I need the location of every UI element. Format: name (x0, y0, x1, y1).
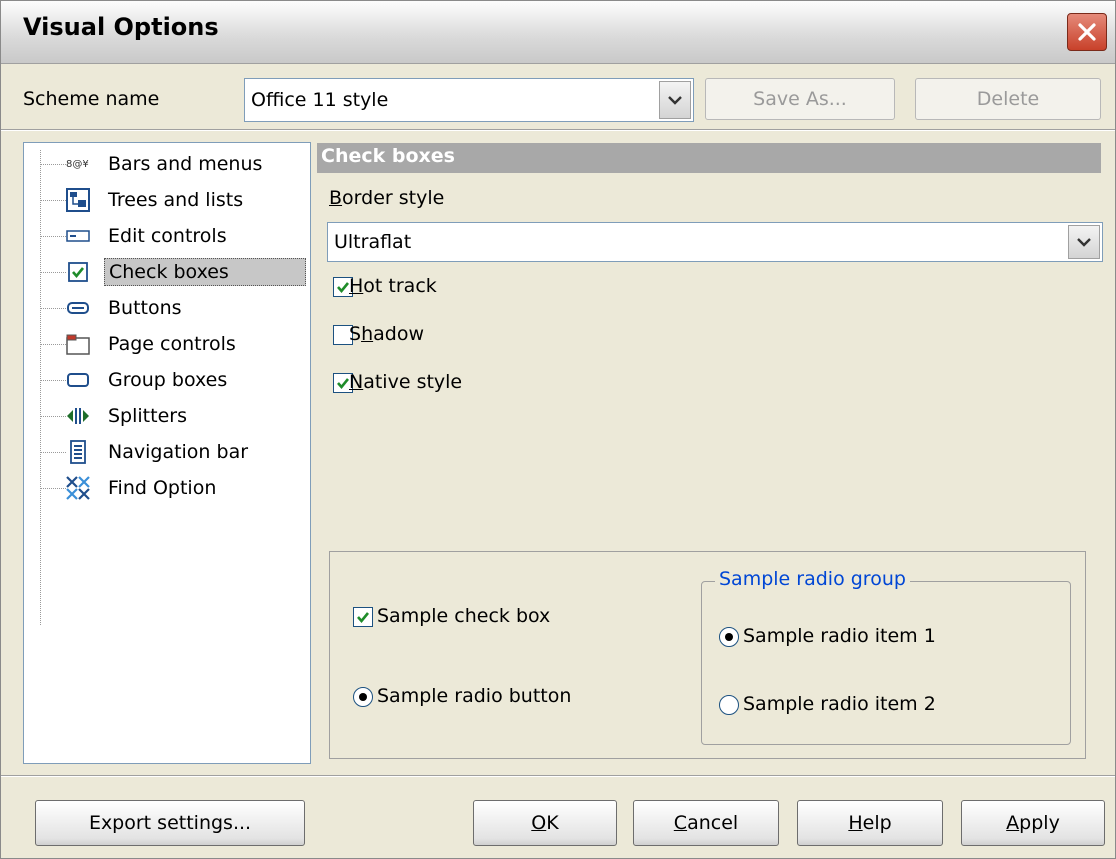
sample-radio-group (701, 581, 1071, 745)
sample-radio-button[interactable] (353, 687, 373, 707)
page-control-icon (66, 334, 90, 355)
top-separator (1, 129, 1115, 131)
scheme-name-value: Office 11 style (251, 89, 389, 111)
close-icon (1078, 23, 1096, 41)
close-button[interactable] (1067, 13, 1107, 51)
hot-track-label: Hot track (349, 275, 437, 297)
panel-header-title: Check boxes (321, 145, 455, 167)
delete-button[interactable]: Delete (915, 78, 1101, 120)
navigation-bar-icon (70, 440, 86, 464)
tree-connector (40, 150, 41, 625)
border-style-dropdown-button[interactable] (1068, 225, 1100, 259)
find-option-icon (66, 476, 90, 500)
checkbox-icon (68, 262, 88, 282)
border-style-combo[interactable]: Ultraflat (327, 222, 1103, 262)
export-settings-button[interactable]: Export settings... (35, 800, 305, 846)
scheme-dropdown-button[interactable] (659, 81, 691, 119)
native-style-label: Native style (349, 371, 463, 393)
window-title: Visual Options (23, 13, 219, 41)
help-button[interactable]: Help (797, 800, 943, 846)
cancel-button[interactable]: Cancel (633, 800, 779, 846)
panel-header: Check boxes (317, 143, 1101, 173)
bottom-separator (1, 775, 1115, 777)
chevron-down-icon (668, 96, 682, 105)
sample-radio-item-1[interactable] (719, 627, 739, 647)
svg-text:8@¥: 8@¥ (66, 159, 89, 170)
splitter-icon (67, 408, 89, 424)
sample-radio-item-2[interactable] (719, 695, 739, 715)
save-as-button[interactable]: Save As... (705, 78, 895, 120)
border-style-label: Border style (329, 187, 445, 209)
sample-checkbox[interactable] (353, 607, 373, 627)
sample-radio-button-label: Sample radio button (377, 685, 572, 707)
edit-control-icon (66, 230, 90, 242)
bars-menus-icon: 8@¥ (66, 159, 89, 170)
options-tree[interactable]: 8@¥ Bars and menus Trees and lists Edit … (23, 142, 311, 764)
ok-button[interactable]: OK (473, 800, 617, 846)
visual-options-window: Visual Options Scheme name Office 11 sty… (0, 0, 1116, 859)
shadow-label: Shadow (349, 323, 424, 345)
scheme-name-combo[interactable]: Office 11 style (244, 78, 694, 122)
border-style-value: Ultraflat (334, 231, 412, 253)
group-box-icon (67, 373, 89, 387)
chevron-down-icon (1077, 238, 1091, 247)
button-icon (67, 302, 89, 314)
sample-radio-group-title: Sample radio group (715, 568, 910, 590)
sample-radio-item-2-label: Sample radio item 2 (743, 693, 936, 715)
scheme-name-label: Scheme name (23, 88, 160, 110)
title-bar[interactable]: Visual Options (1, 1, 1115, 64)
check-icon (357, 612, 370, 624)
sample-radio-item-1-label: Sample radio item 1 (743, 625, 936, 647)
sample-checkbox-label: Sample check box (377, 605, 551, 627)
apply-button[interactable]: Apply (961, 800, 1105, 846)
tree-list-icon (66, 188, 90, 212)
